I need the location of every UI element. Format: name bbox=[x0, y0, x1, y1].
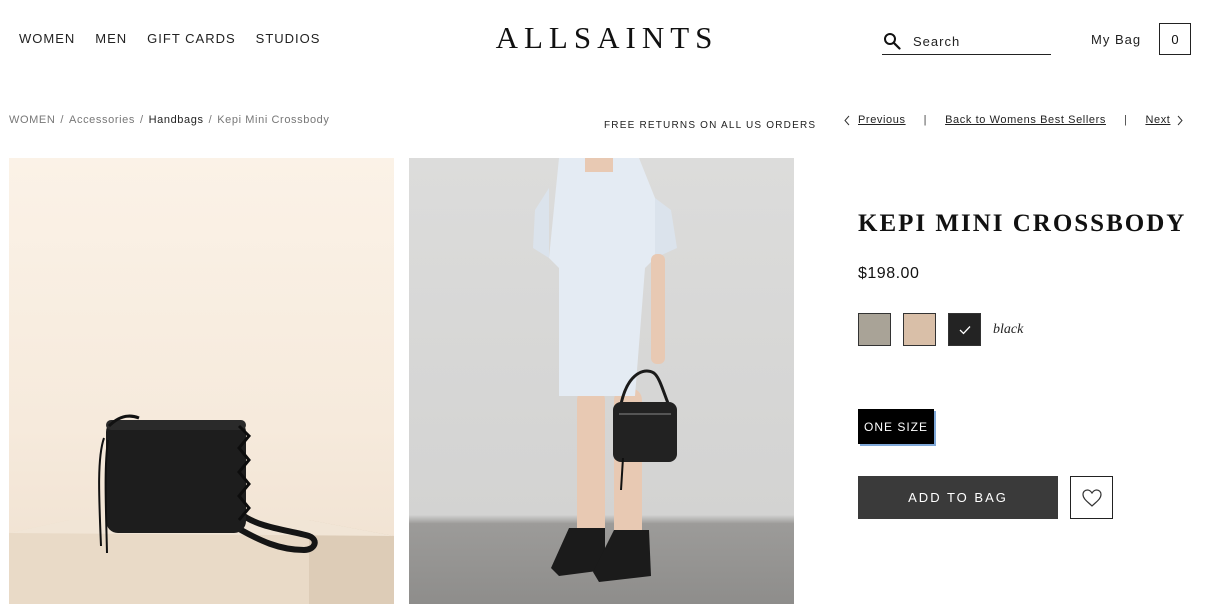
bag-image-graphic bbox=[9, 414, 394, 604]
next-link[interactable]: Next bbox=[1145, 114, 1170, 126]
pager-separator: | bbox=[1123, 114, 1128, 126]
product-image-bag[interactable] bbox=[9, 158, 394, 604]
selected-color-name: black bbox=[993, 321, 1024, 337]
main-nav: WOMEN MEN GIFT CARDS STUDIOS bbox=[19, 31, 320, 46]
breadcrumb-separator: / bbox=[139, 114, 144, 126]
free-returns-promo[interactable]: FREE RETURNS ON ALL US ORDERS bbox=[604, 120, 816, 131]
search-box[interactable] bbox=[882, 28, 1051, 55]
breadcrumb-separator: / bbox=[208, 114, 213, 126]
wishlist-button[interactable] bbox=[1070, 476, 1113, 519]
previous-link[interactable]: Previous bbox=[858, 114, 906, 126]
breadcrumb-current: Kepi Mini Crossbody bbox=[217, 114, 330, 126]
product-title: KEPI MINI CROSSBODY bbox=[858, 210, 1187, 237]
breadcrumb-handbags[interactable]: Handbags bbox=[149, 114, 204, 126]
nav-gift-cards[interactable]: GIFT CARDS bbox=[147, 31, 236, 46]
breadcrumb-separator: / bbox=[60, 114, 65, 126]
check-icon bbox=[959, 325, 970, 334]
breadcrumb-women[interactable]: WOMEN bbox=[9, 114, 55, 126]
color-swatches: black bbox=[858, 313, 1023, 346]
model-image-graphic bbox=[533, 158, 677, 582]
search-icon bbox=[884, 33, 901, 50]
product-price: $198.00 bbox=[858, 265, 920, 282]
my-bag-link[interactable]: My Bag bbox=[1091, 32, 1141, 47]
pager-separator: | bbox=[923, 114, 928, 126]
product-pager: Previous | Back to Womens Best Sellers |… bbox=[843, 114, 1184, 126]
heart-icon bbox=[1081, 488, 1102, 507]
back-to-list-link[interactable]: Back to Womens Best Sellers bbox=[945, 114, 1106, 126]
breadcrumb-accessories[interactable]: Accessories bbox=[69, 114, 135, 126]
bag-count-button[interactable]: 0 bbox=[1159, 23, 1191, 55]
logo[interactable]: ALLSAINTS bbox=[496, 20, 719, 55]
swatch-nude[interactable] bbox=[903, 313, 936, 346]
nav-women[interactable]: WOMEN bbox=[19, 31, 75, 46]
swatch-taupe[interactable] bbox=[858, 313, 891, 346]
chevron-right-icon bbox=[1178, 115, 1184, 125]
add-to-bag-button[interactable]: ADD TO BAG bbox=[858, 476, 1058, 519]
nav-men[interactable]: MEN bbox=[95, 31, 127, 46]
swatch-black[interactable] bbox=[948, 313, 981, 346]
product-image-model[interactable] bbox=[409, 158, 794, 604]
nav-studios[interactable]: STUDIOS bbox=[256, 31, 321, 46]
breadcrumb: WOMEN / Accessories / Handbags / Kepi Mi… bbox=[9, 114, 330, 126]
search-input[interactable] bbox=[913, 33, 1043, 49]
chevron-left-icon bbox=[844, 115, 850, 125]
size-one-size-button[interactable]: ONE SIZE bbox=[858, 409, 935, 444]
